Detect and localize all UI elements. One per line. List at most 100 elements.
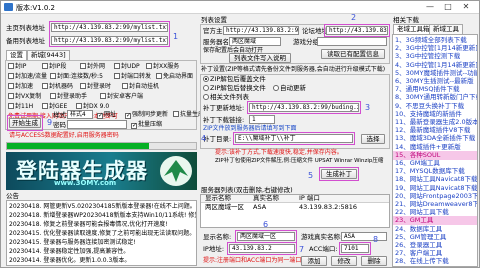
progress-fill: [7, 143, 149, 149]
patch-dir-label: 补丁目录:: [203, 135, 232, 143]
banner-bird-logo: [160, 156, 192, 186]
marker-3: 3: [365, 103, 371, 112]
notice-line: 20230418. 修复之前登录器可能会报毒情况,优化打开速度!: [9, 221, 168, 228]
server-grid-header: 显示名称 真实名称 IP 端口: [201, 195, 389, 203]
highlight-box-5: [319, 167, 359, 181]
app-icon: [4, 3, 13, 11]
check-auto-hang[interactable]: 封自动挂机: [122, 83, 159, 91]
check-machine[interactable]: 封机器码: [42, 83, 73, 91]
col-ip-port: IP 端口: [299, 194, 320, 202]
list-settings-heading: 列表设置: [201, 16, 227, 24]
radio-zip-overwrite[interactable]: ZIP解包后覆盖文件: [203, 75, 266, 83]
notice-line: 20230414. 登录器稳定性加强,提高兼容性。: [9, 248, 130, 255]
server-name-input[interactable]: 两区魔域: [229, 37, 281, 46]
tab-old-tools[interactable]: 老域工具箱: [393, 24, 434, 34]
marker-4: 4: [201, 134, 207, 143]
radio-zip-replace[interactable]: ZIP解包后替换文件: [203, 84, 266, 92]
tab-xincheng[interactable]: 新城[9443]: [27, 50, 70, 60]
check-login-time[interactable]: 封登录时: [80, 83, 111, 91]
notice-line: 20230415. 登录器与服务器连接加密测试稳定!: [9, 239, 136, 246]
check-feng-ip[interactable]: 封IP: [8, 63, 26, 71]
maximize-button[interactable]: □: [439, 1, 457, 13]
check-login-helper[interactable]: 封登录助手: [50, 93, 87, 101]
col-real-name: 真实名称: [253, 194, 279, 202]
check-feng-udp[interactable]: 封UDP: [114, 63, 140, 71]
game-group-input[interactable]: [317, 37, 387, 46]
check-accel[interactable]: 封加速: [8, 83, 33, 91]
check-gee[interactable]: 封GEE: [42, 103, 67, 111]
read-config-button[interactable]: 读取已有配置信息: [321, 49, 385, 59]
highlight-box-9: [7, 115, 43, 131]
acc-port-label: ACC端口:: [309, 245, 338, 253]
check-force-sync[interactable]: ✓强制同步更新: [125, 111, 168, 119]
add-server-button[interactable]: 添加: [301, 256, 327, 266]
tab-settings[interactable]: 设置: [6, 50, 27, 60]
radio-file-list[interactable]: 相关文件列表: [203, 93, 249, 101]
check-compress[interactable]: ✓批量压缩: [131, 121, 162, 129]
check-feng-waiwang[interactable]: 封外网: [80, 63, 105, 71]
check-11h[interactable]: 封11H: [8, 103, 33, 111]
minimize-button[interactable]: —: [421, 1, 439, 13]
row-real-name: ASA: [253, 203, 267, 211]
check-android[interactable]: 封安卓客户端: [100, 93, 143, 101]
progress-bar: [6, 142, 197, 150]
download-link[interactable]: 28、在线上传下载: [393, 257, 477, 266]
list-file-note-button[interactable]: 列表文件写入说明: [229, 53, 291, 63]
marker-1: 1: [173, 32, 179, 41]
modify-server-button[interactable]: 修改: [331, 256, 357, 266]
patch-ver-input[interactable]: 1: [249, 115, 275, 124]
highlight-box-3: [247, 101, 361, 114]
password-note: 请与ACCESS数据配置好,启用服务器密码: [9, 132, 119, 139]
row-display-name: 两区魔域一区: [205, 203, 244, 211]
highlight-box-7: [227, 242, 297, 255]
check-splash[interactable]: 免启动界面: [156, 73, 193, 81]
choose-dir-button[interactable]: 选择: [361, 134, 385, 144]
highlight-box-2: [324, 24, 390, 37]
check-url[interactable]: ✓网址: [97, 111, 116, 119]
tab-new-tools[interactable]: 新域工具: [429, 24, 463, 34]
check-vx-copy[interactable]: 封VX复制: [8, 93, 41, 101]
download-list: 1、3G频域全部列表下载 2、3G中控管[1月14新更新] 3、3G中控管控测下载 4…: [392, 34, 478, 267]
radio-auto-update[interactable]: 自动更新: [273, 84, 306, 92]
notice-label: 公告: [6, 192, 19, 200]
notice-line: 20230418. 网管更新V5.0202304185新版本登录器!在线不上问题…: [9, 203, 196, 210]
patch-ver-label: 补丁下载链接:: [203, 116, 245, 124]
backup-list-label: 备用列表地址: [6, 37, 45, 45]
password-input[interactable]: [67, 120, 127, 129]
marker-2: 2: [351, 13, 357, 22]
notice-line: 20230414. 登录器优化。更新1.0.0.3版本。: [9, 257, 131, 264]
marker-6: 6: [263, 220, 269, 229]
marker-5: 5: [308, 171, 314, 180]
real-name-input[interactable]: ASA: [341, 232, 387, 241]
home-list-label: 主页列表地址: [6, 24, 45, 32]
col-display-name: 显示名称: [205, 194, 231, 202]
downloads-heading: 相关下载: [393, 16, 419, 24]
patch-settings-heading: 补丁设置(ZIP等格式请先备份文件到服务器,会自动进行升级模式下载): [201, 66, 386, 73]
marker-7: 7: [299, 245, 305, 254]
password-label: 密码: [53, 121, 66, 129]
banner-url: www.3OMY.com: [54, 179, 117, 187]
table-row[interactable]: 两区魔域一区 ASA 43.139.83.2:5816: [201, 204, 389, 212]
check-speed[interactable]: 封加速/流量: [8, 73, 47, 81]
site-input[interactable]: http://43.139.83.2:99/: [223, 26, 299, 35]
server-grid: 显示名称 真实名称 IP 端口 两区魔域一区 ASA 43.139.83.2:5…: [200, 194, 390, 228]
delete-server-button[interactable]: 删除: [361, 256, 387, 266]
port-note: 提示:注册端口和ACC端口为同一端口!: [203, 257, 304, 264]
check-port-forward[interactable]: 封端口转发: [114, 73, 151, 81]
check-feng-xx[interactable]: 封XX服务: [146, 63, 179, 71]
patch-tip-1: 提示:该补丁方式,下载速度快,稳定,并保存内容。: [215, 149, 343, 156]
real-name-label: 游戏真实名称:: [301, 233, 343, 241]
close-button[interactable]: ✕: [457, 1, 475, 13]
patch-tip-2: ZIP补丁包使用ZIP文件解压,例:压缩文件 UPSAT Winrar Winz…: [215, 158, 384, 164]
check-feng-ip-seg[interactable]: 封IP段: [42, 63, 66, 71]
marker-8: 8: [373, 235, 379, 244]
check-conn-rate[interactable]: 封面:连接数/秒:5: [50, 73, 103, 81]
banner: 登陆器生成器 www.3OMY.com: [6, 152, 197, 190]
title-bar: 版本:V1.0.2 — □ ✕: [1, 1, 479, 14]
highlight-box-4: [233, 132, 355, 145]
notice-line: 20230418. 新增登录器WP20230418新版本支持Win10/11系统…: [9, 212, 196, 219]
app-window: 版本:V1.0.2 — □ ✕ 主页列表地址 http://43.139.83.…: [0, 0, 480, 268]
style-select[interactable]: 样式4: [67, 110, 93, 119]
row-ip-port: 43.139.83.2:5816: [299, 203, 358, 211]
patch-url-label: 补丁更新地址:: [203, 104, 245, 112]
